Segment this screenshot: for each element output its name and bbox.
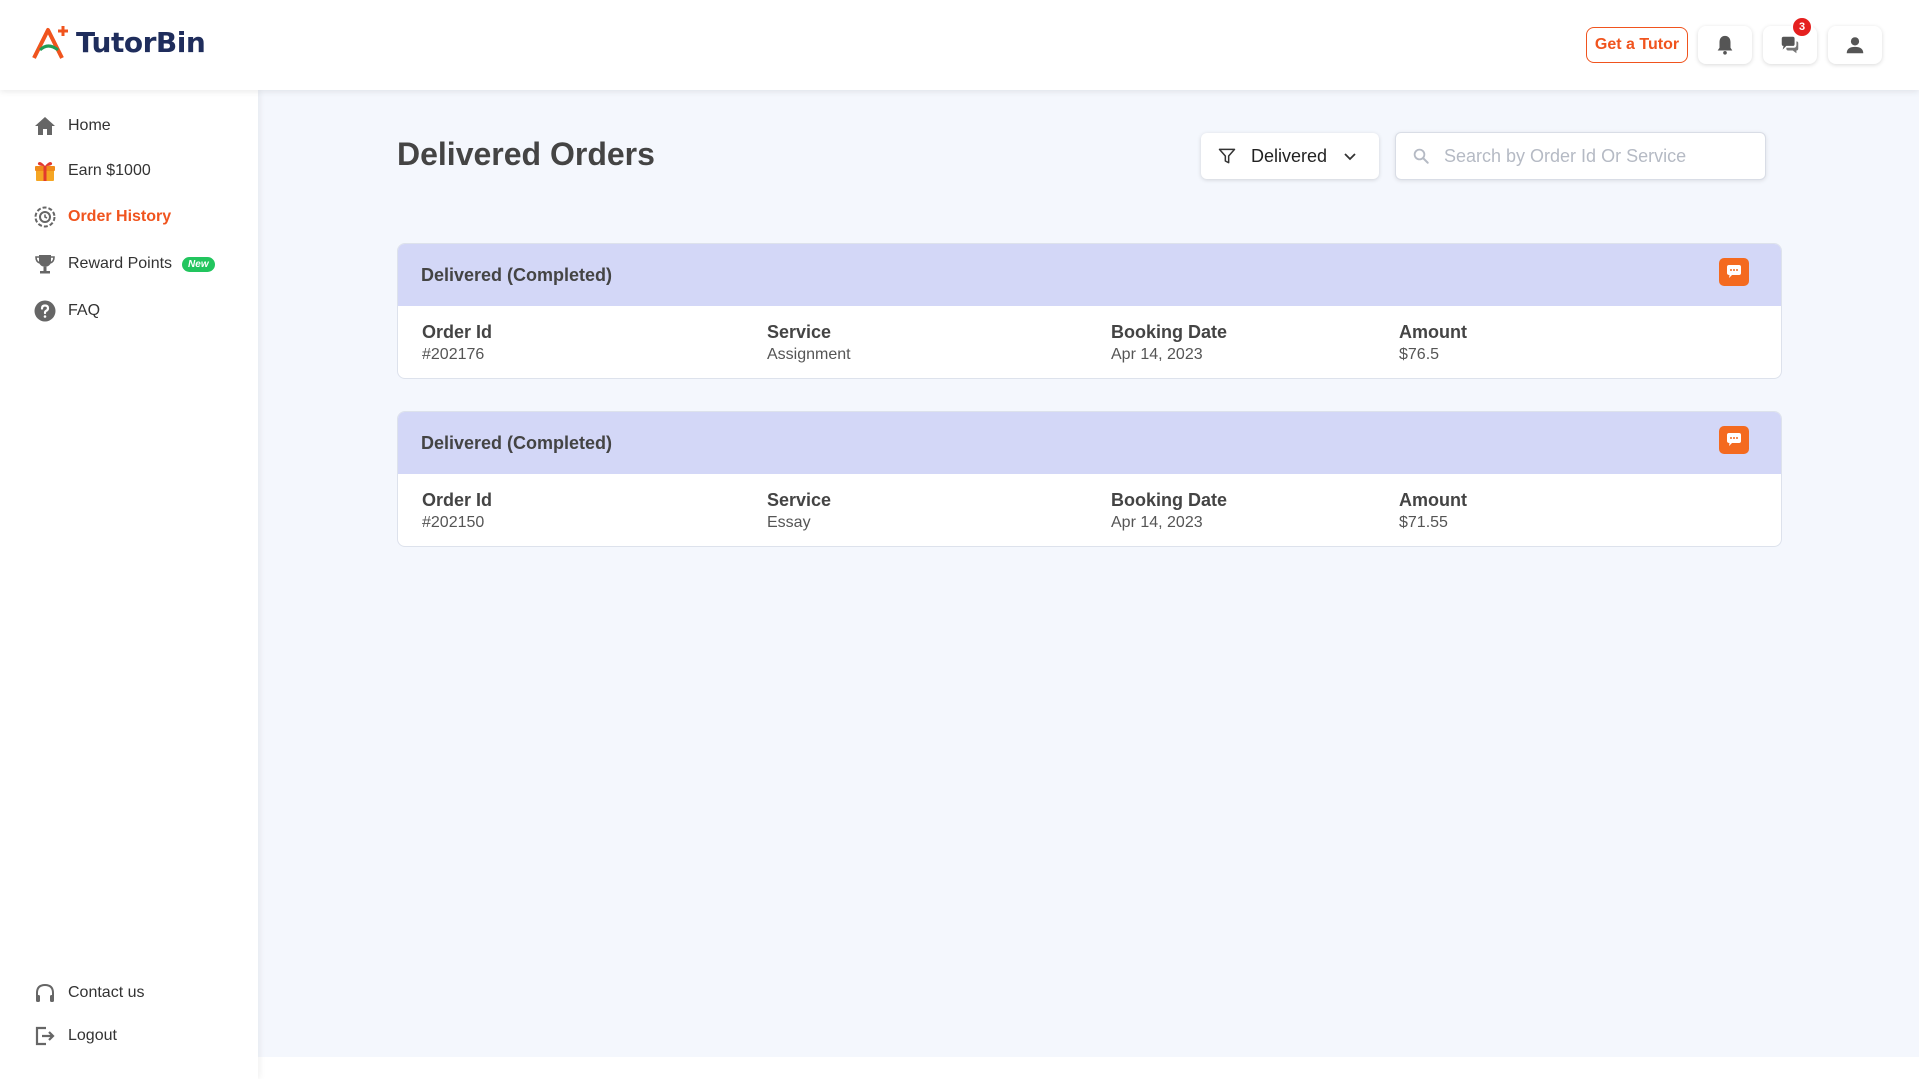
page-title: Delivered Orders — [397, 136, 655, 172]
sidebar-item-home[interactable]: Home — [32, 113, 111, 139]
sidebar-item-label: Earn $1000 — [68, 162, 151, 179]
order-card: Delivered (Completed) Order Id #202176 S… — [397, 243, 1782, 379]
amount-label: Amount — [1399, 490, 1467, 510]
logo[interactable]: TutorBin — [30, 24, 206, 60]
sidebar-item-reward-points[interactable]: Reward Points New — [32, 251, 215, 277]
status-filter-dropdown[interactable]: Delivered — [1201, 133, 1379, 179]
search-input[interactable] — [1444, 145, 1744, 167]
messages-button[interactable]: 3 — [1763, 16, 1817, 64]
top-bar: TutorBin Get a Tutor 3 — [0, 0, 1919, 90]
home-icon — [32, 113, 58, 139]
logo-icon — [32, 26, 68, 59]
order-id-column: Order Id #202176 — [422, 322, 492, 364]
booking-date-label: Booking Date — [1111, 490, 1228, 510]
sidebar-item-label: Order History — [68, 208, 172, 225]
sidebar-item-earn[interactable]: Earn $1000 — [32, 158, 151, 184]
order-chat-button[interactable] — [1719, 426, 1749, 454]
order-id-value: #202176 — [422, 346, 485, 363]
sidebar-item-order-history[interactable]: Order History — [32, 204, 171, 230]
sidebar-item-logout[interactable]: Logout — [32, 1023, 117, 1049]
booking-date-column: Booking Date Apr 14, 2023 — [1111, 322, 1227, 364]
search-icon — [1413, 148, 1429, 164]
notifications-button[interactable] — [1698, 26, 1752, 64]
booking-date-value: Apr 14, 2023 — [1111, 514, 1203, 531]
filter-icon — [1218, 148, 1236, 164]
order-card-body: Order Id #202176 Service Assignment Book… — [398, 306, 1781, 378]
main-content: Delivered Orders Delivered Delivered (Co… — [258, 90, 1919, 1057]
sidebar: Home Earn $1000 Order History Reward Poi… — [0, 90, 258, 1079]
amount-label: Amount — [1399, 322, 1467, 342]
chat-icon — [1727, 433, 1741, 446]
amount-column: Amount $76.5 — [1399, 322, 1467, 364]
service-value: Assignment — [767, 346, 851, 363]
search-box[interactable] — [1395, 132, 1766, 180]
order-id-column: Order Id #202150 — [422, 490, 492, 532]
order-history-icon — [32, 204, 58, 230]
order-status: Delivered (Completed) — [421, 432, 613, 453]
booking-date-column: Booking Date Apr 14, 2023 — [1111, 490, 1227, 532]
order-id-label: Order Id — [422, 490, 493, 510]
amount-value: $71.55 — [1399, 514, 1448, 531]
service-label: Service — [767, 490, 832, 510]
chat-icon — [1727, 265, 1741, 278]
order-card-body: Order Id #202150 Service Essay Booking D… — [398, 474, 1781, 546]
service-column: Service Essay — [767, 490, 831, 532]
user-icon — [1846, 37, 1864, 54]
order-id-label: Order Id — [422, 322, 493, 342]
bell-icon — [1717, 35, 1733, 55]
logout-icon — [32, 1023, 58, 1049]
profile-button[interactable] — [1828, 26, 1882, 64]
order-card-header: Delivered (Completed) — [398, 412, 1781, 474]
booking-date-value: Apr 14, 2023 — [1111, 346, 1203, 363]
new-badge: New — [182, 256, 215, 272]
sidebar-item-label: Reward Points — [68, 255, 173, 272]
get-a-tutor-button[interactable]: Get a Tutor — [1586, 27, 1688, 63]
sidebar-item-label: FAQ — [68, 302, 101, 319]
sidebar-item-label: Contact us — [68, 984, 145, 1001]
booking-date-label: Booking Date — [1111, 322, 1228, 342]
filter-selected-value: Delivered — [1251, 145, 1328, 166]
service-column: Service Assignment — [767, 322, 851, 364]
trophy-icon — [32, 251, 58, 277]
order-card: Delivered (Completed) Order Id #202150 S… — [397, 411, 1782, 547]
logo-text: TutorBin — [76, 25, 206, 59]
sidebar-item-label: Home — [68, 117, 111, 134]
sidebar-item-faq[interactable]: FAQ — [32, 298, 100, 324]
gift-icon — [32, 158, 58, 184]
chevron-down-icon — [1344, 153, 1356, 161]
order-status: Delivered (Completed) — [421, 264, 613, 285]
sidebar-item-contact-us[interactable]: Contact us — [32, 980, 144, 1006]
service-label: Service — [767, 322, 832, 342]
sidebar-item-label: Logout — [68, 1027, 117, 1044]
order-chat-button[interactable] — [1719, 258, 1749, 286]
amount-value: $76.5 — [1399, 346, 1440, 363]
headphones-icon — [32, 980, 58, 1006]
order-id-value: #202150 — [422, 514, 485, 531]
order-card-header: Delivered (Completed) — [398, 244, 1781, 306]
messages-badge: 3 — [1791, 16, 1813, 38]
question-icon — [32, 298, 58, 324]
service-value: Essay — [767, 514, 811, 531]
amount-column: Amount $71.55 — [1399, 490, 1467, 532]
